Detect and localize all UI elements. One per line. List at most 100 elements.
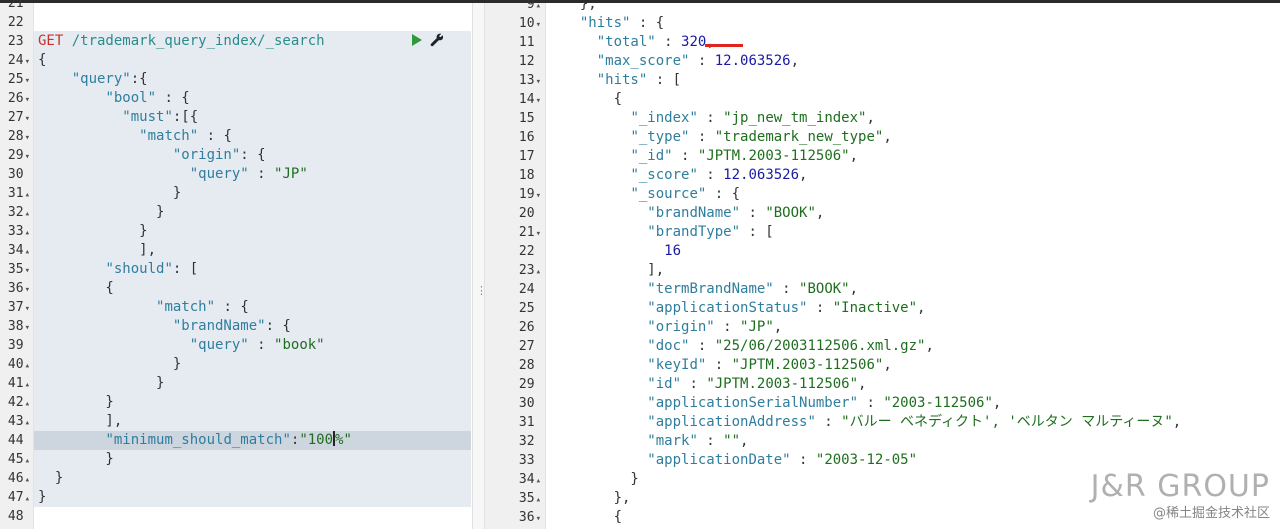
token-num: 16: [664, 243, 682, 259]
unfold-arrow-icon[interactable]: ▴: [536, 476, 541, 486]
code-text: }: [38, 450, 113, 469]
line-number-text: 11: [518, 35, 535, 50]
line-number-text: 33: [518, 453, 535, 468]
unfold-arrow-icon[interactable]: ▴: [25, 494, 30, 504]
line-number-text: 39: [7, 338, 24, 353]
line-number-text: 23: [518, 263, 535, 278]
token-str: "バルー ベネディクト', 'ベルタン マルティーヌ": [841, 414, 1173, 430]
token-punc: {: [38, 52, 47, 68]
line-number: 27: [485, 337, 541, 358]
request-editor[interactable]: 21 22 23 GET /trademark_query_index/_sea…: [0, 0, 472, 529]
line-number: 10▾: [485, 14, 541, 35]
unfold-arrow-icon[interactable]: ▴: [25, 190, 30, 200]
token-key: "applicationAddress": [647, 414, 816, 430]
token-punc: :: [714, 319, 741, 335]
unfold-arrow-icon[interactable]: ▴: [25, 228, 30, 238]
unfold-arrow-icon[interactable]: ▴: [536, 495, 541, 505]
unfold-arrow-icon[interactable]: ▴: [25, 399, 30, 409]
unfold-arrow-icon[interactable]: ▴: [25, 361, 30, 371]
line-number-text: 41: [7, 376, 24, 391]
token-punc: [563, 167, 630, 183]
fold-arrow-icon[interactable]: ▾: [25, 57, 30, 67]
fold-arrow-icon[interactable]: ▾: [25, 266, 30, 276]
line-number: 29▾: [0, 146, 30, 167]
token-punc: [38, 90, 105, 106]
line-number-text: 36: [518, 510, 535, 525]
line-number-text: 26: [518, 320, 535, 335]
pane-resize-handle[interactable]: ⋮: [472, 3, 487, 529]
fold-arrow-icon[interactable]: ▾: [25, 114, 30, 124]
code-text: "_id" : "JPTM.2003-112506",: [563, 147, 858, 166]
unfold-arrow-icon[interactable]: ▴: [25, 380, 30, 390]
code-text: {: [38, 279, 113, 298]
fold-arrow-icon[interactable]: ▾: [25, 95, 30, 105]
code-text: }: [38, 374, 164, 393]
unfold-arrow-icon[interactable]: ▴: [25, 247, 30, 257]
line-number: 35▴: [485, 489, 541, 510]
fold-arrow-icon[interactable]: ▾: [536, 229, 541, 239]
token-punc: [38, 128, 139, 144]
fold-arrow-icon[interactable]: ▾: [536, 514, 541, 524]
token-key: "applicationDate": [647, 452, 791, 468]
token-punc: ,: [790, 53, 800, 69]
fold-arrow-icon[interactable]: ▾: [536, 96, 541, 106]
line-number: 32▴: [0, 203, 30, 224]
token-punc: ],: [563, 262, 665, 278]
line-number: 48: [0, 507, 30, 528]
fold-arrow-icon[interactable]: ▾: [536, 20, 541, 30]
token-num: 12.063526: [714, 53, 791, 69]
token-punc: [563, 319, 647, 335]
watermark-caption: @稀土掘金技术社区: [1152, 506, 1270, 521]
token-punc: [563, 205, 647, 221]
code-text: "query" : "book": [38, 336, 325, 355]
line-number-text: 35: [7, 262, 24, 277]
play-icon[interactable]: [412, 34, 422, 46]
line-number-text: 35: [518, 491, 535, 506]
fold-arrow-icon[interactable]: ▾: [25, 285, 30, 295]
fold-arrow-icon[interactable]: ▾: [536, 191, 541, 201]
line-number-text: 20: [518, 206, 535, 221]
token-punc: :: [655, 34, 682, 50]
fold-arrow-icon[interactable]: ▾: [25, 133, 30, 143]
unfold-arrow-icon[interactable]: ▴: [25, 475, 30, 485]
token-punc: : {: [630, 15, 665, 31]
token-punc: :: [681, 376, 707, 392]
watermark-logo-text: J&R GROUP: [1090, 469, 1270, 504]
unfold-arrow-icon[interactable]: ▴: [25, 209, 30, 219]
code-text: "applicationAddress" : "バルー ベネディクト', 'ベル…: [563, 413, 1181, 432]
code-text: {: [563, 508, 622, 527]
token-punc: :: [697, 110, 724, 126]
token-punc: ,: [815, 205, 825, 221]
token-punc: :: [672, 148, 698, 164]
token-punc: [563, 72, 597, 88]
fold-arrow-icon[interactable]: ▾: [25, 76, 30, 86]
token-punc: : [: [647, 72, 682, 88]
token-punc: :: [697, 433, 724, 449]
token-punc: }: [38, 356, 182, 372]
unfold-arrow-icon[interactable]: ▴: [536, 267, 541, 277]
token-punc: [563, 243, 664, 259]
code-text: "applicationSerialNumber" : "2003-112506…: [563, 394, 1001, 413]
code-text: GET /trademark_query_index/_search: [38, 32, 325, 51]
fold-arrow-icon[interactable]: ▾: [25, 323, 30, 333]
wrench-icon[interactable]: [430, 33, 444, 47]
fold-arrow-icon[interactable]: ▾: [25, 304, 30, 314]
line-number-text: 25: [7, 72, 24, 87]
unfold-arrow-icon[interactable]: ▴: [25, 456, 30, 466]
line-number: 23: [0, 32, 30, 53]
line-number: 24: [485, 280, 541, 301]
fold-arrow-icon[interactable]: ▾: [536, 77, 541, 87]
unfold-arrow-icon[interactable]: ▴: [25, 418, 30, 428]
fold-arrow-icon[interactable]: ▾: [25, 152, 30, 162]
line-number-text: 47: [7, 490, 24, 505]
response-viewer[interactable]: 9▴ }, 10▾ "hits" : {11 "total" : 320, 12 "…: [485, 0, 1280, 529]
line-number-text: 32: [7, 205, 24, 220]
unfold-arrow-icon[interactable]: ▴: [536, 1, 541, 11]
